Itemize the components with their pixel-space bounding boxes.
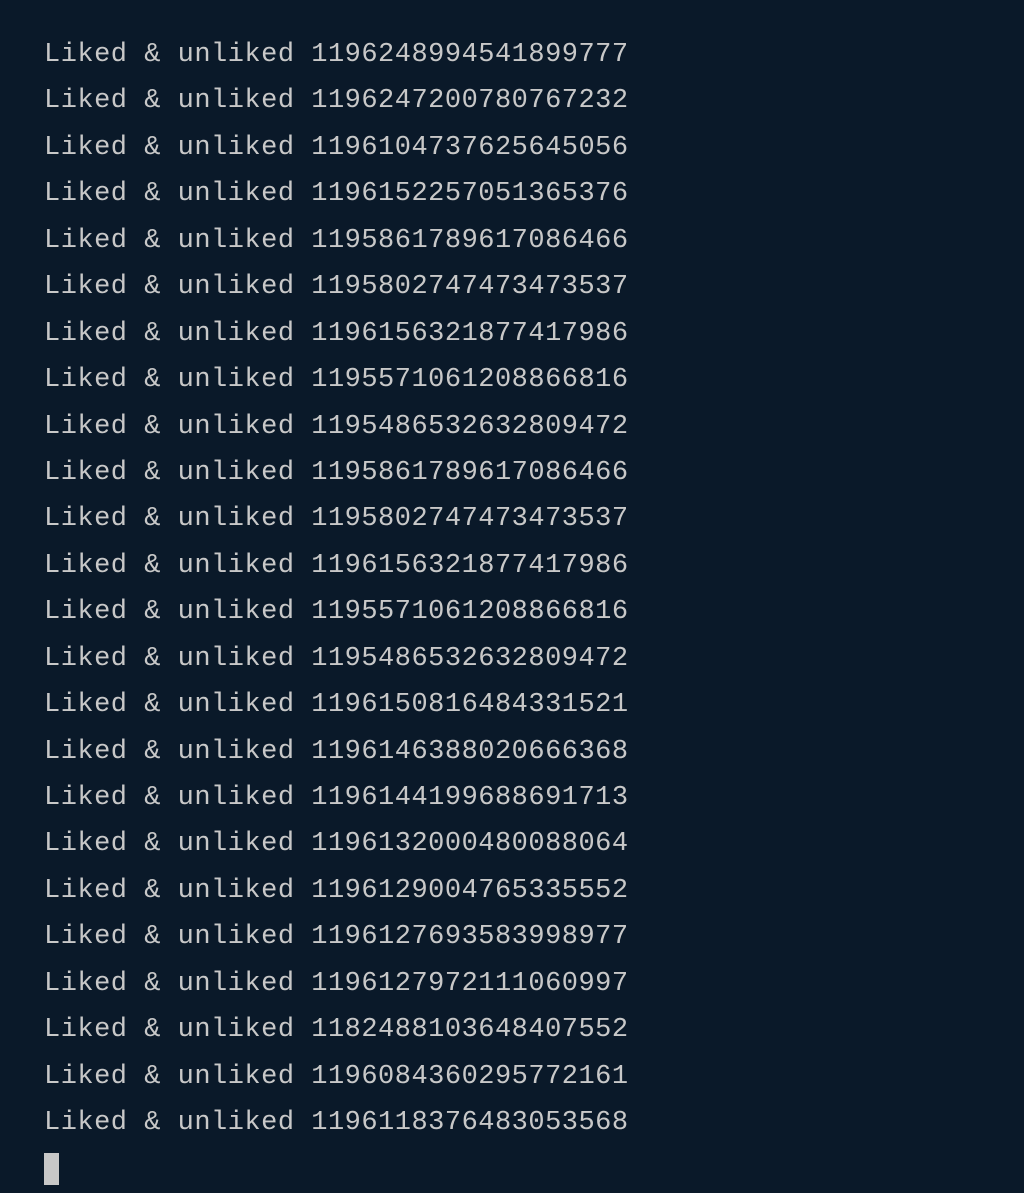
terminal-line: Liked & unliked 1196132000480088064: [44, 821, 1024, 867]
terminal-line: Liked & unliked 1196248994541899777: [44, 32, 1024, 78]
terminal-line: Liked & unliked 1195861789617086466: [44, 450, 1024, 496]
terminal-line: Liked & unliked 1196247200780767232: [44, 78, 1024, 124]
terminal-line: Liked & unliked 1196156321877417986: [44, 543, 1024, 589]
terminal-line: Liked & unliked 1195802747473473537: [44, 496, 1024, 542]
terminal-line: Liked & unliked 1196118376483053568: [44, 1100, 1024, 1146]
terminal-line: Liked & unliked 1196084360295772161: [44, 1054, 1024, 1100]
terminal-line: Liked & unliked 1195571061208866816: [44, 357, 1024, 403]
terminal-line: Liked & unliked 1196146388020666368: [44, 729, 1024, 775]
terminal-line: Liked & unliked 1195861789617086466: [44, 218, 1024, 264]
terminal-line: Liked & unliked 1196127972111060997: [44, 961, 1024, 1007]
terminal-cursor: [44, 1153, 59, 1185]
terminal-line: Liked & unliked 1195486532632809472: [44, 636, 1024, 682]
terminal-line: Liked & unliked 1196156321877417986: [44, 311, 1024, 357]
terminal-line: Liked & unliked 1196150816484331521: [44, 682, 1024, 728]
terminal-line: Liked & unliked 1182488103648407552: [44, 1007, 1024, 1053]
terminal-line: Liked & unliked 1196129004765335552: [44, 868, 1024, 914]
terminal-line: Liked & unliked 1196152257051365376: [44, 171, 1024, 217]
terminal-line: Liked & unliked 1196104737625645056: [44, 125, 1024, 171]
terminal-line: Liked & unliked 1196127693583998977: [44, 914, 1024, 960]
terminal-line: Liked & unliked 1195486532632809472: [44, 404, 1024, 450]
terminal-line: Liked & unliked 1196144199688691713: [44, 775, 1024, 821]
terminal-output: Liked & unliked 1196248994541899777Liked…: [44, 32, 1024, 1147]
terminal-line: Liked & unliked 1195571061208866816: [44, 589, 1024, 635]
terminal-line: Liked & unliked 1195802747473473537: [44, 264, 1024, 310]
